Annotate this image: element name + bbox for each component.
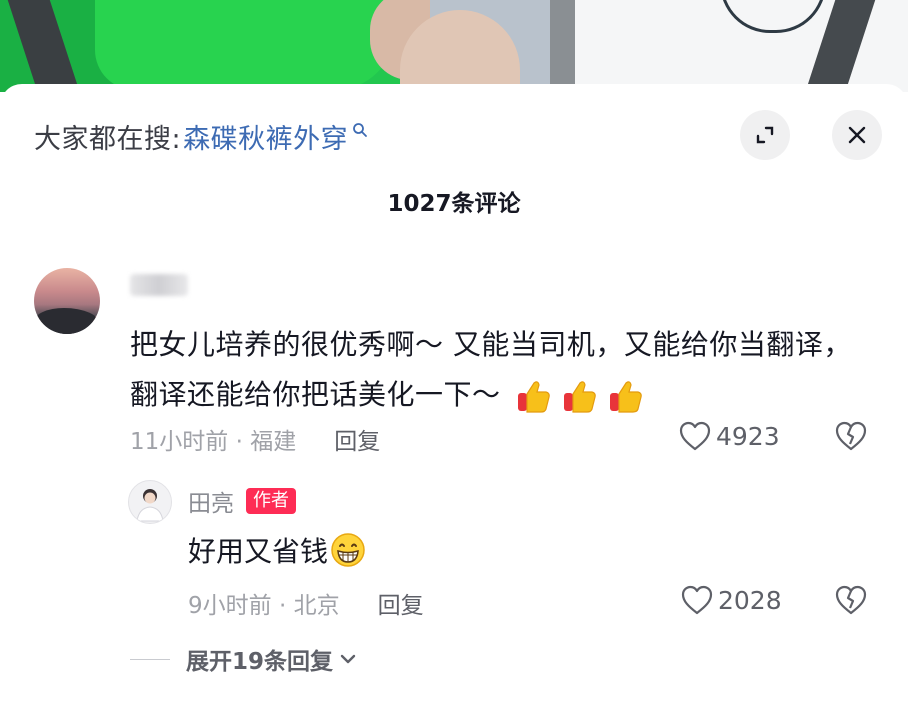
divider (130, 658, 170, 660)
grinning-face-icon (331, 533, 365, 567)
trending-search-term[interactable]: 森碟秋裤外穿 (183, 117, 348, 156)
reply-like-button[interactable]: 2028 (680, 584, 782, 616)
heart-icon (679, 421, 711, 451)
comment-body: 把女儿培养的很优秀啊～ 又能当司机，又能给你当翻译，翻译还能给你把话美化一下～ (130, 328, 852, 411)
like-count: 4923 (716, 421, 780, 451)
reply-header: 田亮 作者 (188, 484, 296, 518)
thumbs-up-icon (609, 381, 642, 413)
expand-replies-label: 展开19条回复 (186, 649, 334, 675)
comment-meta: 11小时前 · 福建 回复 (130, 422, 380, 456)
thumbs-up-icon (563, 381, 596, 413)
close-button[interactable] (832, 110, 882, 160)
reply-dislike-button[interactable] (834, 584, 868, 620)
comment-sheet: 大家都在搜: 森碟秋裤外穿 1027条评论 把女儿培养的很优秀啊～ 又能当司机，… (0, 84, 908, 704)
close-icon (848, 126, 866, 144)
trending-search[interactable]: 大家都在搜: 森碟秋裤外穿 (34, 116, 368, 156)
reply-text[interactable]: 好用又省钱 (188, 530, 366, 570)
chevron-down-icon (340, 654, 356, 664)
search-icon (353, 123, 368, 137)
dislike-button[interactable] (834, 420, 868, 456)
comment-text[interactable]: 把女儿培养的很优秀啊～ 又能当司机，又能给你当翻译，翻译还能给你把话美化一下～ (130, 320, 870, 420)
person-icon (136, 489, 164, 522)
heart-icon (681, 585, 713, 615)
thumbs-up-icon (517, 381, 550, 413)
comment-time-location: 11小时前 · 福建 (130, 429, 297, 455)
avatar[interactable] (34, 268, 100, 334)
reply-avatar[interactable] (128, 480, 172, 524)
reply-body: 好用又省钱 (188, 535, 329, 568)
reply-time-location: 9小时前 · 北京 (188, 593, 340, 619)
broken-heart-icon (835, 421, 867, 451)
author-badge: 作者 (246, 488, 296, 514)
like-button[interactable]: 4923 (678, 420, 780, 452)
trending-search-prefix: 大家都在搜: (34, 123, 182, 155)
comment-count: 1027条评论 (387, 191, 521, 217)
expand-button[interactable] (740, 110, 790, 160)
reply-button[interactable]: 回复 (334, 422, 380, 456)
reply-like-count: 2028 (718, 585, 782, 615)
comment-emojis (515, 377, 645, 415)
username-redacted (130, 274, 188, 296)
reply-author-name[interactable]: 田亮 (188, 484, 234, 518)
video-background (0, 0, 908, 92)
broken-heart-icon (835, 585, 867, 615)
expand-replies-button[interactable]: 展开19条回复 (130, 642, 357, 676)
expand-icon (756, 126, 774, 144)
reply-meta: 9小时前 · 北京 回复 (188, 586, 424, 620)
reply-reply-button[interactable]: 回复 (378, 586, 424, 620)
